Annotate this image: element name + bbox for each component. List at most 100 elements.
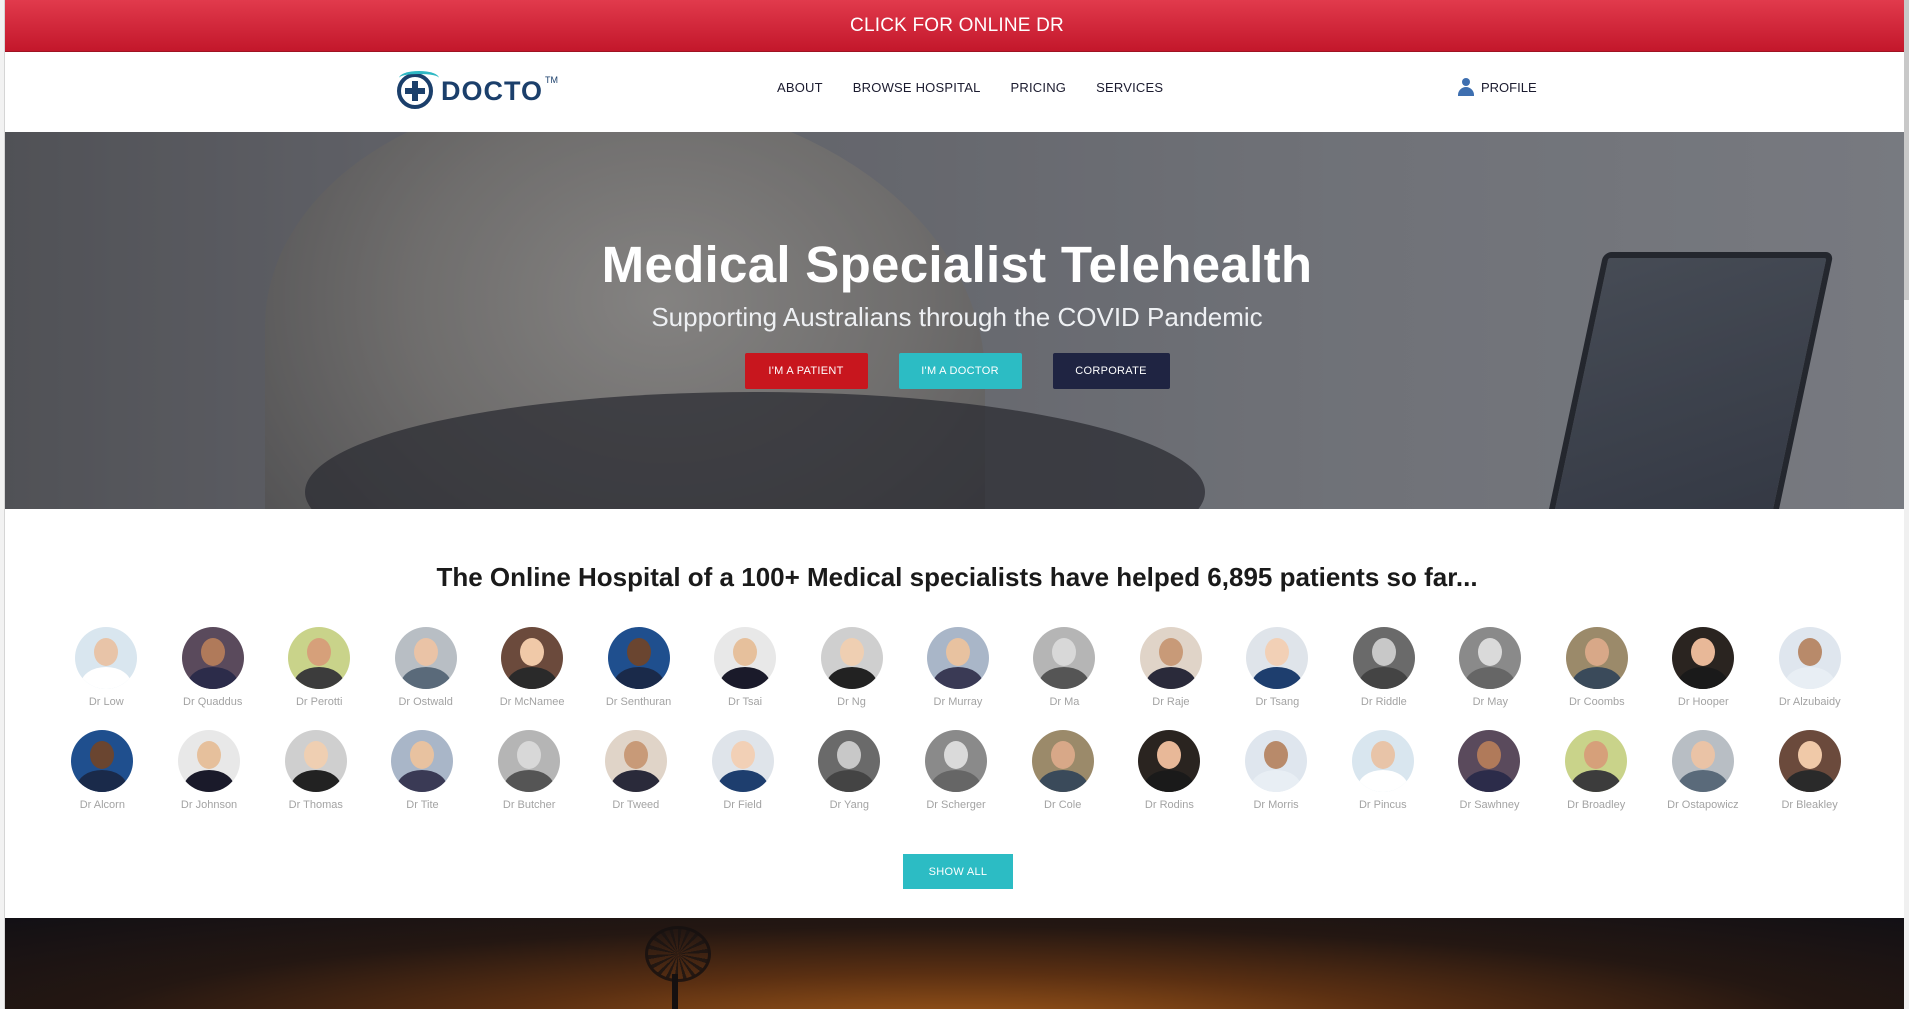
specialist-item[interactable]: Dr Tsai (692, 627, 798, 708)
specialist-avatar[interactable] (1138, 730, 1201, 792)
specialist-name[interactable]: Dr Johnson (181, 799, 237, 811)
specialist-item[interactable]: Dr Senthuran (585, 627, 691, 708)
specialist-name[interactable]: Dr Ma (1049, 696, 1079, 708)
specialist-avatar[interactable] (607, 627, 670, 689)
specialist-name[interactable]: Dr Rodins (1145, 799, 1194, 811)
profile-link[interactable]: PROFILE (1457, 78, 1537, 96)
specialist-item[interactable]: Dr Alzubaidy (1757, 627, 1863, 708)
specialist-avatar[interactable] (714, 627, 777, 689)
patient-button[interactable]: I'M A PATIENT (744, 353, 868, 389)
scrollbar-thumb[interactable] (1904, 0, 1909, 300)
specialist-name[interactable]: Dr May (1473, 696, 1508, 708)
online-doctor-banner[interactable]: CLICK FOR ONLINE DR (5, 0, 1909, 52)
specialist-avatar[interactable] (284, 730, 347, 792)
specialist-item[interactable]: Dr Tsang (1224, 627, 1330, 708)
specialist-name[interactable]: Dr Murray (934, 696, 983, 708)
specialist-item[interactable]: Dr Pincus (1329, 730, 1436, 811)
specialist-name[interactable]: Dr Tite (406, 799, 438, 811)
specialist-name[interactable]: Dr Sawhney (1460, 799, 1520, 811)
specialist-avatar[interactable] (1565, 730, 1628, 792)
specialist-name[interactable]: Dr Riddle (1361, 696, 1407, 708)
specialist-item[interactable]: Dr Ma (1011, 627, 1117, 708)
specialist-name[interactable]: Dr Alzubaidy (1779, 696, 1841, 708)
specialist-avatar[interactable] (1778, 730, 1841, 792)
specialist-item[interactable]: Dr Riddle (1331, 627, 1437, 708)
specialist-item[interactable]: Dr Raje (1118, 627, 1224, 708)
specialist-name[interactable]: Dr Butcher (503, 799, 556, 811)
specialist-item[interactable]: Dr Rodins (1116, 730, 1223, 811)
specialist-name[interactable]: Dr Alcorn (80, 799, 125, 811)
specialist-item[interactable]: Dr Low (53, 627, 159, 708)
specialist-avatar[interactable] (1352, 627, 1415, 689)
specialist-name[interactable]: Dr Tweed (612, 799, 659, 811)
specialist-name[interactable]: Dr Senthuran (606, 696, 671, 708)
specialist-name[interactable]: Dr Quaddus (183, 696, 242, 708)
specialist-avatar[interactable] (1671, 730, 1734, 792)
specialist-avatar[interactable] (71, 730, 134, 792)
specialist-name[interactable]: Dr Morris (1253, 799, 1298, 811)
specialist-item[interactable]: Dr Perotti (266, 627, 372, 708)
specialist-item[interactable]: Dr Butcher (476, 730, 583, 811)
specialist-item[interactable]: Dr Quaddus (159, 627, 265, 708)
specialist-item[interactable]: Dr Ostwald (372, 627, 478, 708)
specialist-item[interactable]: Dr Alcorn (49, 730, 156, 811)
specialist-item[interactable]: Dr Tite (369, 730, 476, 811)
specialist-item[interactable]: Dr Thomas (262, 730, 369, 811)
specialist-avatar[interactable] (1139, 627, 1202, 689)
specialist-avatar[interactable] (926, 627, 989, 689)
specialist-name[interactable]: Dr Coombs (1569, 696, 1625, 708)
specialist-item[interactable]: Dr Broadley (1543, 730, 1650, 811)
specialist-name[interactable]: Dr Scherger (926, 799, 985, 811)
specialist-item[interactable]: Dr Field (689, 730, 796, 811)
specialist-item[interactable]: Dr Sawhney (1436, 730, 1543, 811)
specialist-avatar[interactable] (1565, 627, 1628, 689)
specialist-avatar[interactable] (818, 730, 881, 792)
specialist-avatar[interactable] (391, 730, 454, 792)
nav-services[interactable]: SERVICES (1096, 80, 1163, 95)
doctor-button[interactable]: I'M A DOCTOR (898, 353, 1022, 389)
specialist-avatar[interactable] (501, 627, 564, 689)
nav-browse-hospital[interactable]: BROWSE HOSPITAL (853, 80, 981, 95)
specialist-name[interactable]: Dr Yang (830, 799, 869, 811)
specialist-avatar[interactable] (181, 627, 244, 689)
specialist-avatar[interactable] (1459, 627, 1522, 689)
specialist-name[interactable]: Dr Raje (1152, 696, 1189, 708)
specialist-avatar[interactable] (178, 730, 241, 792)
corporate-button[interactable]: CORPORATE (1052, 353, 1170, 389)
specialist-item[interactable]: Dr Cole (1009, 730, 1116, 811)
specialist-item[interactable]: Dr McNamee (479, 627, 585, 708)
specialist-avatar[interactable] (1351, 730, 1414, 792)
specialist-name[interactable]: Dr Ostapowicz (1667, 799, 1739, 811)
specialist-avatar[interactable] (75, 627, 138, 689)
specialist-avatar[interactable] (498, 730, 561, 792)
specialist-avatar[interactable] (604, 730, 667, 792)
specialist-avatar[interactable] (1033, 627, 1096, 689)
specialist-name[interactable]: Dr Ostwald (398, 696, 452, 708)
specialist-item[interactable]: Dr Ostapowicz (1650, 730, 1757, 811)
specialist-avatar[interactable] (820, 627, 883, 689)
specialist-item[interactable]: Dr Bleakley (1756, 730, 1863, 811)
specialist-name[interactable]: Dr Bleakley (1781, 799, 1837, 811)
specialist-item[interactable]: Dr Murray (905, 627, 1011, 708)
specialist-name[interactable]: Dr Broadley (1567, 799, 1625, 811)
specialist-item[interactable]: Dr Scherger (903, 730, 1010, 811)
specialist-avatar[interactable] (1672, 627, 1735, 689)
specialist-avatar[interactable] (1458, 730, 1521, 792)
specialist-name[interactable]: Dr Hooper (1678, 696, 1729, 708)
specialist-item[interactable]: Dr Tweed (583, 730, 690, 811)
specialist-avatar[interactable] (288, 627, 351, 689)
specialist-name[interactable]: Dr Field (723, 799, 762, 811)
specialist-name[interactable]: Dr McNamee (500, 696, 565, 708)
specialist-item[interactable]: Dr Yang (796, 730, 903, 811)
specialist-avatar[interactable] (394, 627, 457, 689)
specialist-item[interactable]: Dr May (1437, 627, 1543, 708)
specialist-avatar[interactable] (1245, 730, 1308, 792)
show-all-button[interactable]: SHOW ALL (903, 854, 1013, 889)
specialist-item[interactable]: Dr Johnson (156, 730, 263, 811)
specialist-avatar[interactable] (1778, 627, 1841, 689)
specialist-avatar[interactable] (711, 730, 774, 792)
nav-about[interactable]: ABOUT (777, 80, 823, 95)
specialist-name[interactable]: Dr Tsang (1255, 696, 1299, 708)
scrollbar[interactable] (1904, 0, 1909, 1009)
specialist-name[interactable]: Dr Perotti (296, 696, 342, 708)
